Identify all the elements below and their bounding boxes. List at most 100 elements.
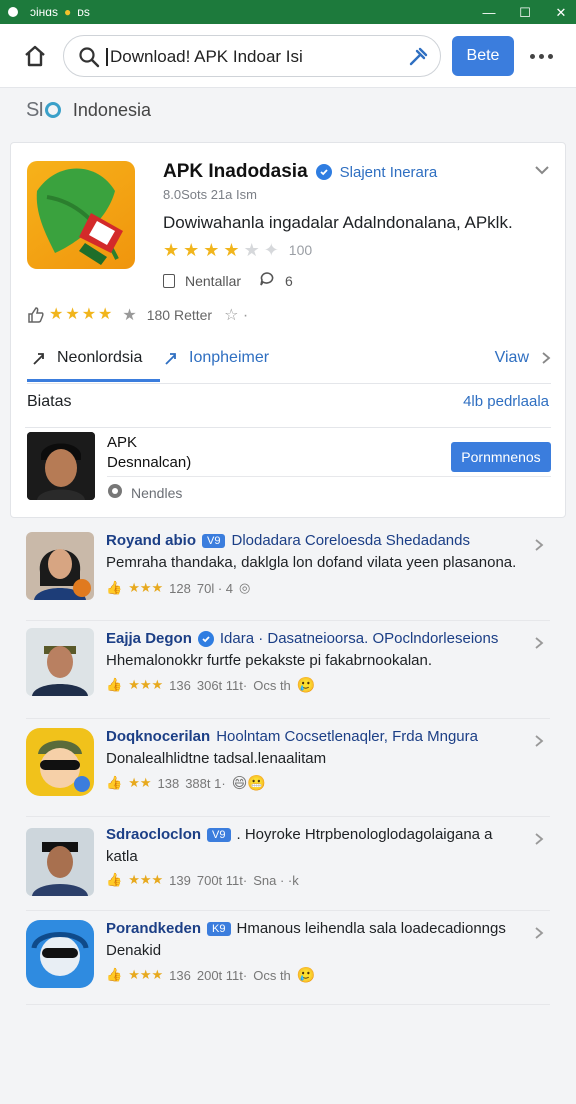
reviews-count: 6 (285, 272, 293, 289)
thumbs-up-icon[interactable]: 👍 (106, 580, 122, 596)
list-item-heading: Hmanous leihendla sala loadecadionngs (236, 920, 506, 937)
app-title-text: APK Inadodasia (163, 161, 308, 182)
list-item-heading: . Hoyroke Htrpbenologlodagolaigana a (236, 826, 493, 843)
chevron-right-icon (542, 352, 551, 364)
minimize-icon[interactable]: — (482, 5, 496, 19)
section-title: Biatas (27, 393, 72, 410)
list-item[interactable]: Doqknocerilan Hoolntam Cocsetlenaqler, F… (0, 718, 576, 818)
chevron-down-icon[interactable] (533, 163, 551, 177)
search-submit-button[interactable]: Bete (452, 36, 514, 76)
item-action-button[interactable]: Pornmnenos (451, 442, 551, 472)
thumbs-up-icon[interactable]: 👍 (106, 967, 122, 983)
app-title: APK Inadodasia Slajent Inerara (163, 161, 437, 183)
thumbs-up-icon[interactable]: 👍 (106, 677, 122, 693)
star-outline-icon: ☆ · (224, 307, 249, 324)
list-item[interactable] (0, 1004, 576, 1104)
avatar (27, 432, 95, 500)
app-icon (27, 161, 135, 269)
thumbs-up-icon[interactable]: 👍 (106, 775, 122, 791)
status-left: ɔiнɑs ● ᴅs (8, 5, 90, 19)
chevron-right-icon[interactable] (534, 832, 544, 846)
app-subtitle: 8.0Sots 21a Ism (163, 187, 257, 202)
votes-text: 180 Retter (146, 307, 213, 323)
lock-icon: ● (63, 5, 72, 19)
search-input[interactable]: Download! APK Indoar Isi (106, 47, 303, 67)
app-indicator-icon (8, 7, 18, 17)
tab-overview[interactable]: Neonlordsia (26, 349, 161, 382)
close-icon[interactable]: ✕ (554, 5, 568, 19)
divider (26, 910, 550, 911)
rating-count: 136 (169, 967, 191, 983)
home-button[interactable] (20, 42, 50, 70)
chevron-right-icon[interactable] (534, 734, 544, 748)
status-text: ɔiнɑs (30, 5, 58, 19)
thumbs-up-icon[interactable] (27, 306, 45, 324)
star-empty-icon: ✦ (263, 240, 279, 260)
rating-count: 128 (169, 580, 191, 596)
app-meta: Nentallar 6 (163, 271, 293, 290)
list-item-title: Sdraocloclon V9 . Hoyroke Htrpbenologlod… (106, 826, 536, 843)
version-badge: V9 (202, 533, 226, 548)
tab-bar: Neonlordsia Ionpheimer Viaw (26, 341, 551, 384)
version-badge: V9 (207, 827, 231, 842)
avatar (26, 728, 94, 796)
region-header: SI Indonesia (26, 96, 151, 124)
view-all-link[interactable]: Viaw (495, 349, 551, 367)
list-item-title: Doqknocerilan Hoolntam Cocsetlenaqler, F… (106, 728, 536, 745)
list-item-name: Royand abio (106, 532, 197, 549)
star-icon: ★ (203, 240, 220, 260)
list-item-name: Eajja Degon (106, 630, 192, 647)
rating-count: 100 (288, 242, 313, 258)
list-item[interactable]: Royand abio V9 Dlodadara Coreloesda Shed… (0, 522, 576, 622)
clear-search-icon[interactable] (406, 45, 430, 69)
list-item[interactable]: Porandkeden K9 Hmanous leihendla sala lo… (0, 910, 576, 1010)
verified-icon (315, 164, 332, 180)
vote-stars: ★ ★ ★ ★ (49, 306, 113, 323)
list-item-title: Eajja Degon Idara · Dasatneioorsa. OPocl… (106, 630, 536, 647)
stars-small: ★★★ (128, 677, 164, 692)
share-arrow-icon (33, 353, 44, 365)
more-options-button[interactable] (526, 46, 556, 66)
item-meta-text: Nendles (131, 484, 183, 501)
list-item[interactable]: Eajja Degon Idara · Dasatneioorsa. OPocl… (0, 620, 576, 720)
rating-count: 136 (169, 677, 191, 693)
stars-small: ★★ (128, 775, 152, 790)
stars-small: ★★★ (128, 580, 164, 595)
search-icon (79, 47, 100, 68)
section-link[interactable]: 4lb pedrlaala (463, 393, 549, 410)
chevron-right-icon[interactable] (534, 636, 544, 650)
list-item-heading: Dlodadara Coreloesda Shedadands (231, 532, 470, 549)
app-detail-card: APK Inadodasia Slajent Inerara 8.0Sots 2… (10, 142, 566, 518)
view-label: Viaw (494, 349, 529, 366)
status-secondary: ᴅs (77, 5, 90, 19)
divider (107, 476, 551, 477)
star-icon: ★ (223, 240, 240, 260)
featured-item[interactable]: APK Desnnalcan) Nendles Pornmnenos (25, 427, 551, 508)
status-bar: ɔiнɑs ● ᴅs — ☐ ✕ (0, 0, 576, 24)
list-item-name: Sdraocloclon (106, 826, 202, 843)
list-item[interactable]: Sdraocloclon V9 . Hoyroke Htrpbenologlod… (0, 816, 576, 916)
region-label: Indonesia (72, 99, 151, 120)
item-meta: Nendles (107, 483, 182, 502)
emoji-icon: 😄😬 (231, 775, 267, 792)
downloads-count: 200t 11t· (196, 967, 248, 983)
tab-details[interactable]: Ionpheimer (163, 349, 269, 367)
list-item-meta: 👍 ★★ 138 388t 1· 😄😬 (106, 774, 266, 792)
divider (26, 620, 550, 621)
list-item-name: Porandkeden (106, 920, 202, 937)
chevron-right-icon[interactable] (534, 538, 544, 552)
star-icon: ★ (183, 240, 200, 260)
extra-meta: Ocs th (253, 677, 291, 693)
share-icon[interactable]: ◎ (239, 580, 250, 596)
emoji-icon: 🥲 (296, 967, 316, 984)
chevron-right-icon[interactable] (534, 926, 544, 940)
search-box[interactable]: Download! APK Indoar Isi (63, 35, 441, 77)
share-arrow-icon (165, 353, 176, 365)
app-rating: ★ ★ ★ ★ ★ ✦ 100 (163, 241, 312, 259)
avatar (26, 828, 94, 896)
thumbs-up-icon[interactable]: 👍 (106, 872, 122, 888)
developer-link[interactable]: Slajent Inerara (340, 164, 438, 181)
home-icon (25, 45, 45, 67)
item-subtitle: Desnnalcan) (107, 454, 192, 471)
maximize-icon[interactable]: ☐ (518, 5, 532, 19)
